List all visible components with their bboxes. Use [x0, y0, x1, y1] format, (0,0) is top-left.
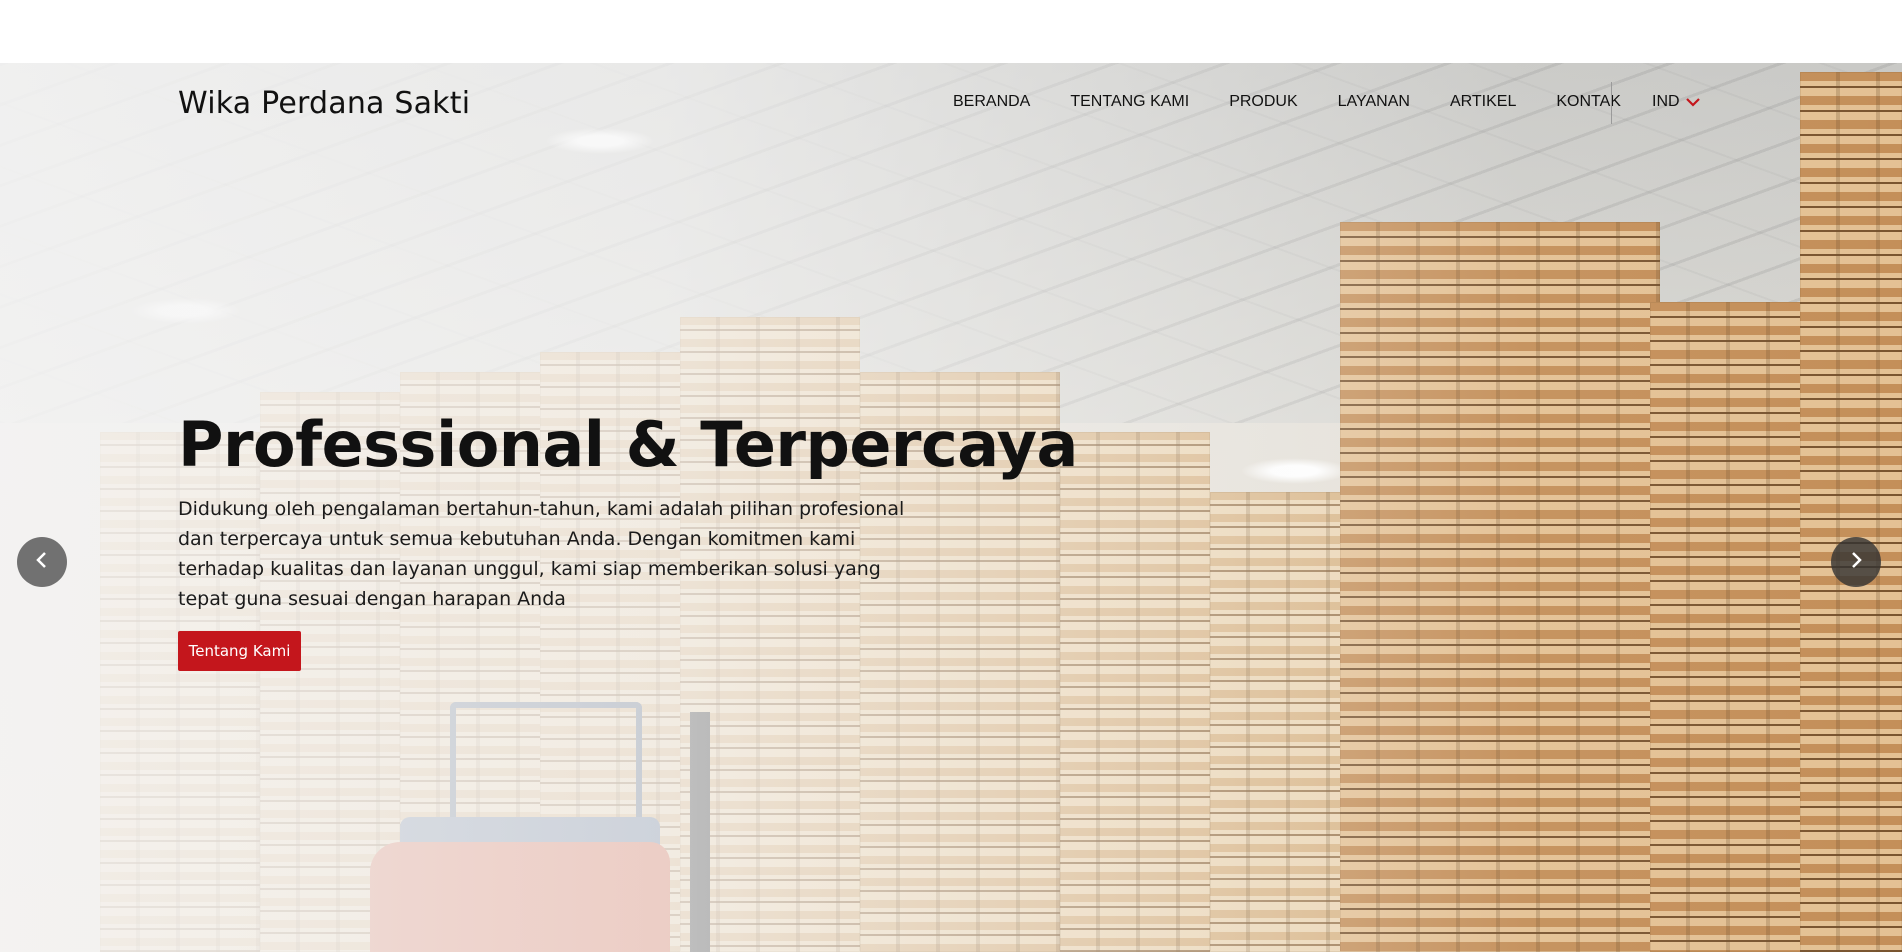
chevron-down-icon: [1685, 97, 1700, 107]
nav-beranda[interactable]: BERANDA: [953, 93, 1030, 111]
language-selector[interactable]: IND: [1652, 93, 1700, 111]
main-nav: BERANDA TENTANG KAMI PRODUK LAYANAN ARTI…: [953, 93, 1661, 111]
about-us-button[interactable]: Tentang Kami: [178, 631, 301, 671]
slider-prev-button[interactable]: [17, 537, 67, 587]
nav-produk[interactable]: PRODUK: [1229, 93, 1297, 111]
nav-artikel[interactable]: ARTIKEL: [1450, 93, 1516, 111]
language-label: IND: [1652, 93, 1680, 110]
hero-title: Professional & Terpercaya: [178, 408, 1078, 481]
hero-description: Didukung oleh pengalaman bertahun-tahun,…: [178, 498, 905, 610]
nav-divider: [1611, 82, 1612, 124]
nav-tentang-kami[interactable]: TENTANG KAMI: [1070, 93, 1189, 111]
slider-next-button[interactable]: [1831, 537, 1881, 587]
chevron-left-icon: [35, 551, 49, 574]
brand-logo[interactable]: Wika Perdana Sakti: [178, 86, 470, 121]
nav-layanan[interactable]: LAYANAN: [1338, 93, 1410, 111]
chevron-right-icon: [1849, 551, 1863, 574]
